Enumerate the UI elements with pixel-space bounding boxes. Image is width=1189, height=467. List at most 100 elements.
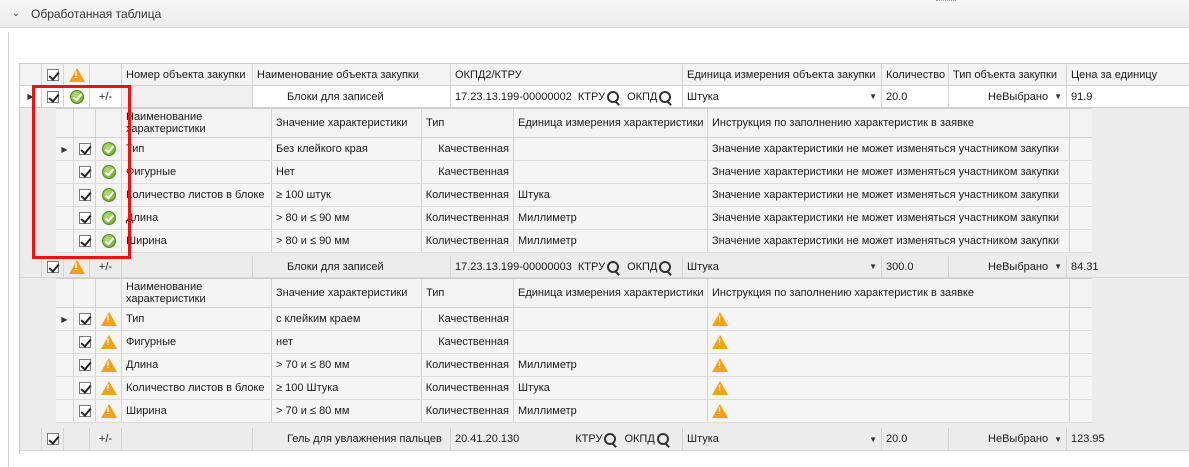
- checkbox-icon[interactable]: [78, 382, 91, 394]
- detail-checkbox[interactable]: [74, 400, 96, 422]
- char-unit[interactable]: [514, 138, 708, 160]
- expand-toggle[interactable]: +/-: [90, 428, 122, 450]
- char-name[interactable]: Длина: [122, 207, 272, 229]
- char-type[interactable]: Качественная: [422, 308, 514, 330]
- sub-col-value[interactable]: Значение характеристики: [272, 109, 422, 137]
- chevron-down-icon[interactable]: ▼: [1054, 92, 1062, 101]
- char-instr[interactable]: Значение характеристики не может изменят…: [708, 161, 1070, 183]
- checkbox-icon[interactable]: [46, 433, 59, 445]
- detail-checkbox[interactable]: [74, 308, 96, 330]
- chevron-down-icon[interactable]: ▼: [869, 92, 877, 101]
- ktru-link[interactable]: КТРУ: [575, 433, 602, 445]
- char-instr[interactable]: [708, 377, 1070, 399]
- name-cell[interactable]: Гель для увлажнения пальцев: [253, 428, 451, 450]
- sub-col-unit[interactable]: Единица измерения характеристики: [514, 279, 708, 307]
- qty-cell[interactable]: 20.0: [882, 86, 949, 107]
- type-select[interactable]: НеВыбрано ▼: [949, 428, 1067, 450]
- search-icon[interactable]: [607, 260, 620, 273]
- col-type[interactable]: Тип объекта закупки: [949, 64, 1067, 85]
- search-icon[interactable]: [659, 90, 672, 103]
- collapse-chevron-icon[interactable]: ⌄: [10, 8, 22, 20]
- char-name[interactable]: Количество листов в блоке: [122, 377, 272, 399]
- char-name[interactable]: Фигурные: [122, 161, 272, 183]
- char-unit[interactable]: Штука: [514, 184, 708, 206]
- char-instr[interactable]: [708, 308, 1070, 330]
- char-unit[interactable]: Миллиметр: [514, 230, 708, 252]
- col-okpd[interactable]: ОКПД2/КТРУ: [451, 64, 683, 85]
- char-unit[interactable]: Миллиметр: [514, 400, 708, 422]
- char-value[interactable]: > 70 и ≤ 80 мм: [272, 400, 422, 422]
- char-name[interactable]: Фигурные: [122, 331, 272, 353]
- search-icon[interactable]: [607, 90, 620, 103]
- char-instr[interactable]: Значение характеристики не может изменят…: [708, 138, 1070, 160]
- search-icon[interactable]: [604, 433, 617, 445]
- char-unit[interactable]: [514, 161, 708, 183]
- list-item[interactable]: Ширина > 80 и ≤ 90 мм Количественная Мил…: [56, 230, 1092, 253]
- type-select[interactable]: НеВыбрано ▼: [949, 86, 1067, 107]
- detail-checkbox[interactable]: [74, 377, 96, 399]
- table-row[interactable]: ▶ +/- Блоки для записей 17.23.13.199-000…: [20, 86, 1189, 108]
- ktru-link[interactable]: КТРУ: [578, 261, 605, 273]
- splitter-grip[interactable]: [936, 0, 956, 4]
- price-cell[interactable]: 91.9: [1067, 86, 1189, 107]
- name-cell[interactable]: Блоки для записей: [253, 256, 451, 277]
- char-name[interactable]: Тип: [122, 308, 272, 330]
- char-type[interactable]: Качественная: [422, 161, 514, 183]
- table-row[interactable]: +/- Блоки для записей 17.23.13.199-00000…: [20, 256, 1189, 278]
- char-instr[interactable]: [708, 400, 1070, 422]
- char-name[interactable]: Количество листов в блоке: [122, 184, 272, 206]
- col-price[interactable]: Цена за единицу: [1067, 64, 1189, 85]
- char-unit[interactable]: Миллиметр: [514, 207, 708, 229]
- checkbox-icon[interactable]: [78, 359, 91, 371]
- sub-col-instr[interactable]: Инструкция по заполнению характеристик в…: [708, 279, 1070, 307]
- char-value[interactable]: > 80 и ≤ 90 мм: [272, 230, 422, 252]
- sub-col-instr[interactable]: Инструкция по заполнению характеристик в…: [708, 109, 1070, 137]
- sub-col-unit[interactable]: Единица измерения характеристики: [514, 109, 708, 137]
- col-number[interactable]: Номер объекта закупки: [122, 64, 253, 85]
- char-instr[interactable]: Значение характеристики не может изменят…: [708, 207, 1070, 229]
- number-cell[interactable]: [122, 428, 253, 450]
- char-value[interactable]: Без клейкого края: [272, 138, 422, 160]
- okpd-cell[interactable]: 17.23.13.199-00000002 КТРУ ОКПД: [451, 86, 683, 107]
- okpd-link[interactable]: ОКПД: [627, 91, 657, 103]
- char-value[interactable]: нет: [272, 331, 422, 353]
- char-type[interactable]: Количественная: [422, 230, 514, 252]
- number-cell[interactable]: [122, 86, 253, 107]
- okpd-cell[interactable]: 17.23.13.199-00000003 КТРУ ОКПД: [451, 256, 683, 277]
- select-all-checkbox[interactable]: [42, 64, 64, 85]
- sub-col-name[interactable]: Наименование характеристики: [122, 279, 272, 307]
- char-name[interactable]: Ширина: [122, 400, 272, 422]
- unit-select[interactable]: Штука ▼: [683, 428, 882, 450]
- char-value[interactable]: Нет: [272, 161, 422, 183]
- checkbox-icon[interactable]: [46, 260, 59, 273]
- sub-col-name[interactable]: Наименование характеристики: [122, 109, 272, 137]
- char-name[interactable]: Тип: [122, 138, 272, 160]
- char-instr[interactable]: Значение характеристики не может изменят…: [708, 184, 1070, 206]
- char-value[interactable]: > 70 и ≤ 80 мм: [272, 354, 422, 376]
- char-value[interactable]: ≥ 100 штук: [272, 184, 422, 206]
- char-unit[interactable]: [514, 331, 708, 353]
- checkbox-icon[interactable]: [78, 313, 91, 325]
- type-select[interactable]: НеВыбрано ▼: [949, 256, 1067, 277]
- char-unit[interactable]: Штука: [514, 377, 708, 399]
- col-unit[interactable]: Единица измерения объекта закупки: [683, 64, 882, 85]
- list-item[interactable]: Ширина > 70 и ≤ 80 мм Количественная Мил…: [56, 400, 1092, 423]
- char-type[interactable]: Количественная: [422, 400, 514, 422]
- list-item[interactable]: Фигурные Нет Качественная Значение харак…: [56, 161, 1092, 184]
- okpd-link[interactable]: ОКПД: [627, 261, 657, 273]
- char-value[interactable]: с клейким краем: [272, 308, 422, 330]
- char-type[interactable]: Качественная: [422, 331, 514, 353]
- list-item[interactable]: Фигурные нет Качественная: [56, 331, 1092, 354]
- unit-select[interactable]: Штука ▼: [683, 86, 882, 107]
- sub-col-type[interactable]: Тип: [422, 109, 514, 137]
- col-name[interactable]: Наименование объекта закупки: [253, 64, 451, 85]
- expand-toggle[interactable]: +/-: [90, 256, 122, 277]
- char-unit[interactable]: Миллиметр: [514, 354, 708, 376]
- char-value[interactable]: ≥ 100 Штука: [272, 377, 422, 399]
- name-cell[interactable]: Блоки для записей: [253, 86, 451, 107]
- char-unit[interactable]: [514, 308, 708, 330]
- chevron-down-icon[interactable]: ▼: [1054, 262, 1062, 271]
- sub-col-type[interactable]: Тип: [422, 279, 514, 307]
- char-name[interactable]: Длина: [122, 354, 272, 376]
- list-item[interactable]: Количество листов в блоке ≥ 100 штук Кол…: [56, 184, 1092, 207]
